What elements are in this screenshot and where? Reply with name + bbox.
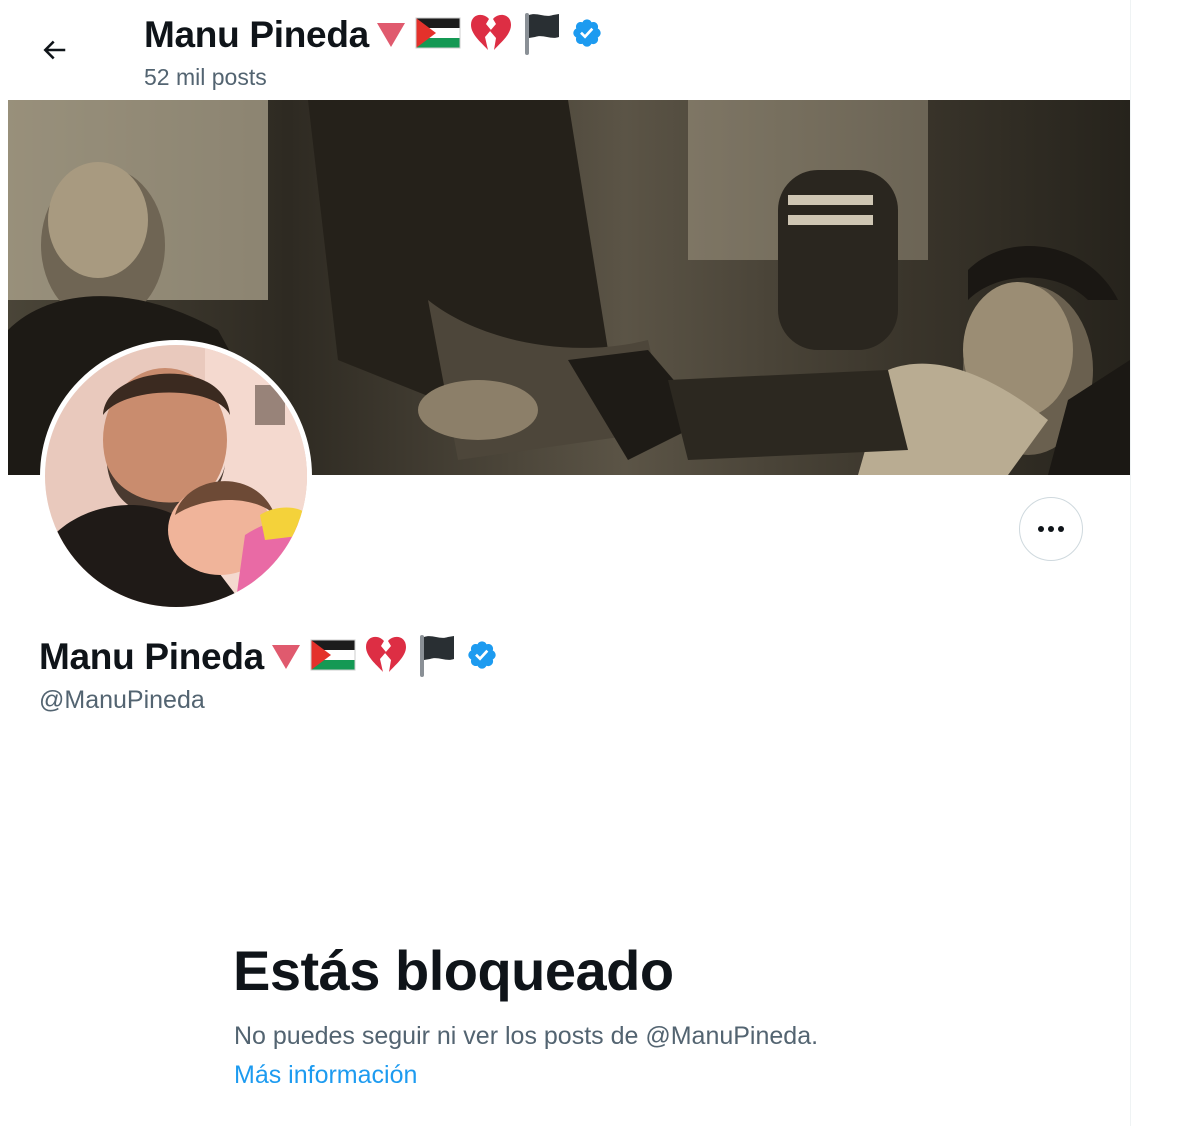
header-title: Manu Pineda — [144, 14, 369, 55]
triangle-down-icon — [376, 23, 405, 47]
triangle-down-icon — [271, 645, 300, 669]
more-horizontal-icon — [1038, 526, 1064, 532]
profile-column: Manu Pineda 52 mil posts Manu Pineda @Ma… — [8, 0, 1131, 1126]
black-flag-icon — [416, 633, 458, 682]
arrow-left-icon — [39, 35, 69, 70]
posts-count: 52 mil posts — [144, 64, 267, 90]
blocked-message: No puedes seguir ni ver los posts de @Ma… — [234, 1022, 819, 1050]
profile-display-name: Manu Pineda — [39, 636, 264, 677]
profile-handle: @ManuPineda — [39, 686, 205, 714]
palestine-flag-icon — [415, 16, 461, 55]
verified-badge-icon[interactable] — [466, 639, 498, 676]
verified-badge-icon — [571, 17, 603, 54]
black-flag-icon — [521, 11, 563, 60]
blocked-title: Estás bloqueado — [233, 939, 674, 1002]
profile-avatar[interactable] — [40, 340, 312, 612]
palestine-flag-icon — [310, 638, 356, 677]
more-info-link[interactable]: Más información — [234, 1061, 417, 1090]
profile-name-row: Manu Pineda — [39, 633, 498, 681]
back-button[interactable] — [32, 30, 76, 74]
more-options-button[interactable] — [1019, 497, 1083, 561]
header-name-row: Manu Pineda — [144, 12, 603, 58]
broken-heart-icon — [469, 13, 513, 58]
broken-heart-icon — [364, 635, 408, 680]
top-header: Manu Pineda 52 mil posts — [8, 0, 1130, 100]
